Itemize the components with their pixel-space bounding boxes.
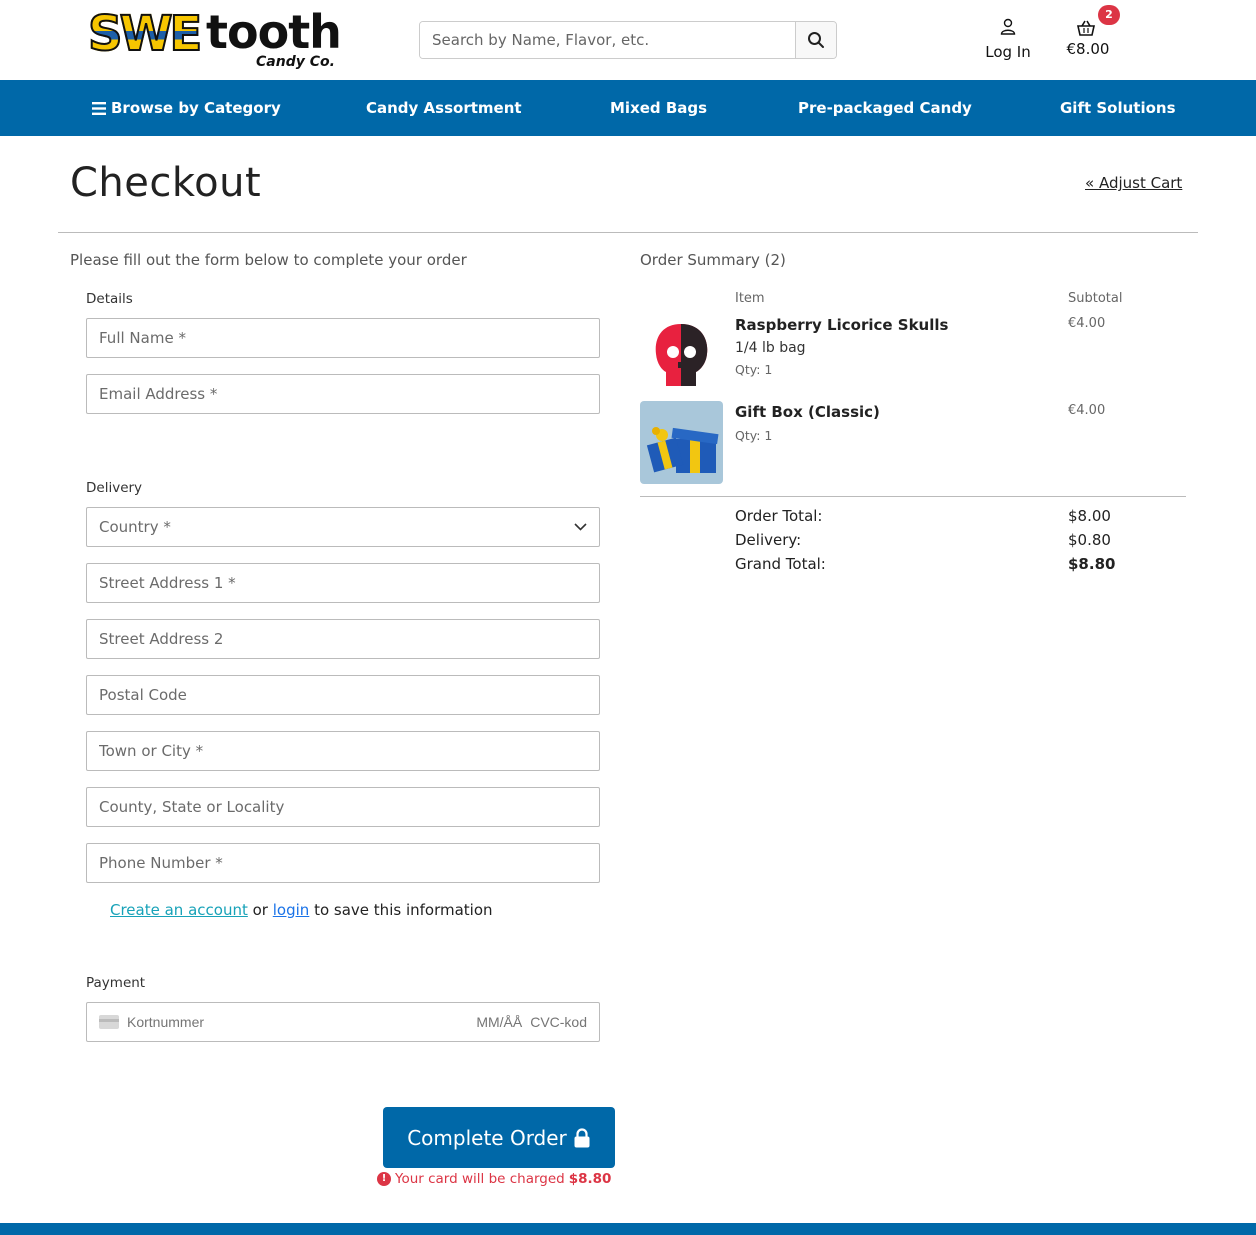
product-name: Raspberry Licorice Skulls (735, 316, 949, 334)
card-cvc-input[interactable]: CVC-kod (530, 1014, 587, 1030)
cart-total: €8.00 (1066, 40, 1110, 58)
create-account-link[interactable]: Create an account (110, 901, 248, 919)
details-legend: Details (86, 291, 133, 307)
payment-legend: Payment (86, 975, 146, 991)
nav-gift-solutions[interactable]: Gift Solutions (1060, 80, 1176, 136)
product-size: 1/4 lb bag (735, 340, 806, 356)
or-text: or (252, 901, 268, 919)
logo-tooth-text: tooth (206, 5, 342, 59)
delivery-label: Delivery: (735, 531, 802, 549)
county-input[interactable] (87, 788, 599, 826)
chevron-down-icon (574, 523, 587, 531)
item-column-header: Item (735, 291, 765, 306)
lock-icon (574, 1127, 590, 1147)
postal-code-input[interactable] (87, 676, 599, 714)
basket-icon (1077, 20, 1095, 36)
street-address-2-input[interactable] (87, 620, 599, 658)
hamburger-icon (92, 102, 106, 115)
footer-bar (0, 1223, 1256, 1235)
main-nav: Browse by Category Candy Assortment Mixe… (0, 80, 1256, 136)
save-info-text: Create an account or login to save this … (110, 901, 493, 919)
country-select-value: Country * (99, 518, 171, 536)
logo-subtitle: Candy Co. (256, 54, 335, 70)
product-subtotal: €4.00 (1068, 403, 1106, 418)
nav-browse-by-category[interactable]: Browse by Category (92, 80, 281, 136)
town-field (86, 731, 600, 771)
product-name: Gift Box (Classic) (735, 403, 880, 421)
full-name-field (86, 318, 600, 358)
complete-order-button[interactable]: Complete Order (383, 1107, 615, 1168)
cart-count-badge: 2 (1098, 5, 1120, 25)
credit-card-icon (99, 1015, 119, 1029)
email-input[interactable] (87, 375, 599, 413)
login-link-inline[interactable]: login (273, 901, 310, 919)
grand-total-value: $8.80 (1068, 555, 1116, 573)
country-field: Country * (86, 507, 600, 547)
nav-candy-assortment[interactable]: Candy Assortment (366, 80, 522, 136)
order-total-value: $8.00 (1068, 507, 1111, 525)
search-button[interactable] (795, 22, 836, 58)
product-subtotal: €4.00 (1068, 316, 1106, 331)
charge-text: Your card will be charged (395, 1171, 565, 1187)
divider (58, 232, 1198, 233)
town-input[interactable] (87, 732, 599, 770)
grand-total-label: Grand Total: (735, 555, 826, 573)
street-address-1-field (86, 563, 600, 603)
delivery-legend: Delivery (86, 480, 143, 496)
email-field (86, 374, 600, 414)
card-expiry-input[interactable]: MM/ÅÅ (476, 1014, 522, 1030)
country-select[interactable]: Country * (87, 508, 599, 546)
order-summary-title: Order Summary (2) (640, 251, 786, 269)
phone-field (86, 843, 600, 883)
nav-mixed-bags[interactable]: Mixed Bags (610, 80, 707, 136)
page-title: Checkout (70, 160, 262, 206)
cart-link[interactable]: 2 €8.00 (1058, 5, 1120, 58)
complete-order-label: Complete Order (407, 1125, 567, 1150)
product-image-gift-box[interactable] (640, 401, 723, 484)
site-header: SWE tooth Candy Co. Log In 2 €8.00 (0, 0, 1256, 80)
brand-logo[interactable]: SWE tooth Candy Co. (87, 5, 342, 74)
full-name-input[interactable] (87, 319, 599, 357)
county-field (86, 787, 600, 827)
street-address-2-field (86, 619, 600, 659)
postal-code-field (86, 675, 600, 715)
card-number-input[interactable]: Kortnummer (127, 1014, 476, 1030)
login-link[interactable]: Log In (978, 18, 1038, 61)
product-qty: Qty: 1 (735, 428, 773, 443)
search-bar (419, 21, 837, 59)
subtotal-column-header: Subtotal (1068, 291, 1123, 306)
charge-notice: ! Your card will be charged $8.80 (377, 1171, 611, 1187)
search-input[interactable] (420, 22, 795, 58)
save-info-label: to save this information (314, 901, 493, 919)
street-address-1-input[interactable] (87, 564, 599, 602)
form-intro: Please fill out the form below to comple… (70, 251, 467, 269)
product-image-skulls[interactable] (640, 314, 723, 397)
phone-input[interactable] (87, 844, 599, 882)
delivery-value: $0.80 (1068, 531, 1111, 549)
summary-divider (640, 496, 1186, 497)
error-icon: ! (377, 1172, 391, 1186)
nav-pre-packaged-candy[interactable]: Pre-packaged Candy (798, 80, 972, 136)
order-total-label: Order Total: (735, 507, 823, 525)
login-label: Log In (985, 43, 1031, 61)
nav-label: Browse by Category (111, 99, 281, 117)
charge-amount: $8.80 (568, 1171, 612, 1187)
product-qty: Qty: 1 (735, 362, 773, 377)
logo-swe-text: SWE (87, 5, 203, 63)
card-element: Kortnummer MM/ÅÅ CVC-kod (86, 1002, 600, 1042)
adjust-cart-link[interactable]: « Adjust Cart (1085, 174, 1182, 192)
user-icon (1000, 18, 1016, 35)
search-icon (808, 32, 824, 48)
